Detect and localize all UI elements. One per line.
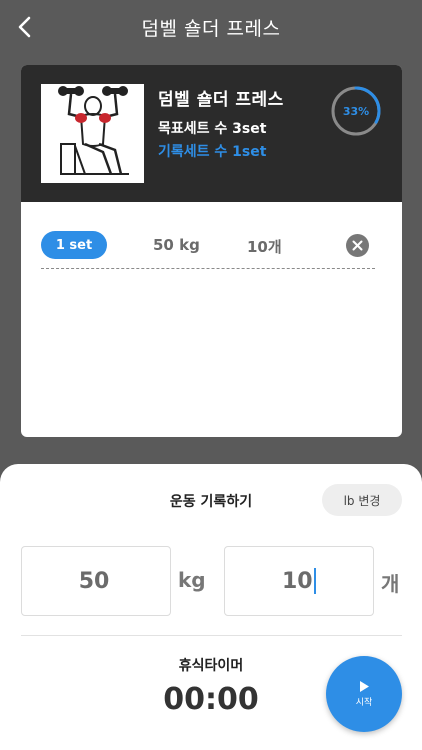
- weight-unit-label: kg: [178, 568, 206, 592]
- start-timer-button[interactable]: 시작: [326, 656, 402, 732]
- set-weight: 50 kg: [153, 236, 200, 254]
- delete-set-button[interactable]: [346, 234, 369, 257]
- exercise-card: 덤벨 숄더 프레스 목표세트 수 3set 기록세트 수 1set 33% 1 …: [21, 65, 402, 437]
- exercise-summary: 덤벨 숄더 프레스 목표세트 수 3set 기록세트 수 1set 33%: [21, 65, 402, 202]
- reps-value: 10: [282, 568, 313, 594]
- exercise-name: 덤벨 숄더 프레스: [158, 90, 284, 110]
- recorded-sets-text: 기록세트 수 1set: [158, 144, 267, 160]
- app-header: 덤벨 숄더 프레스: [0, 0, 422, 54]
- progress-percent: 33%: [342, 104, 370, 118]
- unit-toggle-button[interactable]: lb 변경: [322, 484, 402, 516]
- start-label: 시작: [355, 697, 373, 708]
- set-divider: [41, 268, 375, 269]
- dumbbell-press-illustration: [58, 86, 129, 175]
- goal-sets-text: 목표세트 수 3set: [158, 121, 267, 137]
- chevron-left-icon: [18, 16, 31, 38]
- sheet-divider: [21, 635, 402, 636]
- reps-unit-label: 개: [381, 572, 400, 596]
- weight-value: 50: [78, 568, 110, 594]
- set-label-pill[interactable]: 1 set: [41, 231, 107, 259]
- record-sheet: 운동 기록하기 lb 변경 50 kg 10 개 휴식타이머 00:00 시작: [0, 464, 422, 750]
- page-title: 덤벨 숄더 프레스: [141, 17, 281, 40]
- close-icon: [352, 240, 363, 251]
- play-icon: [360, 680, 369, 692]
- set-row: 1 set 50 kg 10개: [41, 231, 375, 259]
- weight-input[interactable]: 50: [21, 546, 171, 616]
- reps-input[interactable]: 10: [224, 546, 374, 616]
- exercise-illustration: [41, 84, 144, 183]
- set-reps: 10개: [247, 238, 282, 256]
- text-cursor: [313, 568, 316, 594]
- back-button[interactable]: [12, 14, 38, 40]
